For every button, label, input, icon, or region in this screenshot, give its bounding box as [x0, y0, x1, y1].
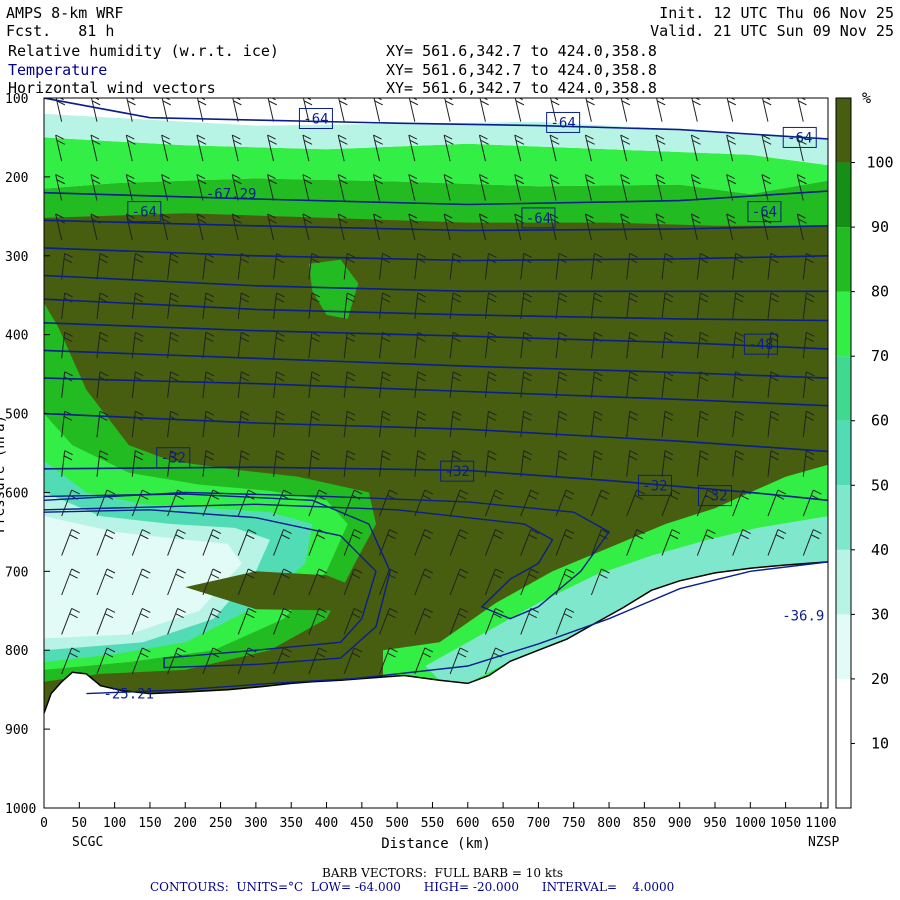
contour-label: -25.21 — [103, 687, 154, 703]
y-tick-label: 700 — [5, 565, 28, 580]
colorbar: 10 20 30 40 50 60 70 80 90 100 — [835, 97, 894, 809]
x-tick-label: 650 — [491, 816, 514, 831]
y-axis-label: Pressure (hPa) — [0, 415, 8, 533]
x-tick-label: 400 — [315, 816, 338, 831]
colorbar-tick-label: 40 — [871, 541, 889, 559]
contour-label: -64 — [550, 115, 575, 131]
y-tick-label: 600 — [5, 486, 28, 501]
contour-label: -64 — [752, 205, 777, 221]
colorbar-tick-label: 10 — [871, 734, 889, 752]
colorbar-swatch — [836, 614, 851, 679]
y-tick-label: 300 — [5, 250, 28, 265]
x-tick-label: 100 — [103, 816, 126, 831]
y-tick-label: 900 — [5, 723, 28, 738]
y-tick-label: 400 — [5, 329, 28, 344]
colorbar-swatch — [836, 162, 851, 228]
barb-legend: BARB VECTORS: FULL BARB = 10 kts — [322, 866, 564, 880]
x-tick-label: 600 — [456, 816, 479, 831]
colorbar-tick-label: 80 — [871, 283, 889, 301]
contour-legend: CONTOURS: UNITS=°C LOW= -64.000 HIGH= -2… — [150, 880, 675, 894]
colorbar-tick-label: 70 — [871, 347, 889, 365]
y-tick-label: 500 — [5, 408, 28, 423]
x-tick-label: 1000 — [735, 816, 766, 831]
x-tick-label: 250 — [209, 816, 232, 831]
contour-label: -67.29 — [206, 186, 257, 202]
y-axis: 100 200 300 400 500 600 700 800 900 1000 — [5, 92, 50, 817]
colorbar-swatch — [836, 98, 851, 163]
colorbar-tick-label: 100 — [866, 154, 893, 172]
left-station-label: SCGC — [72, 835, 103, 850]
x-tick-label: 1100 — [805, 816, 836, 831]
x-tick-label: 350 — [279, 816, 302, 831]
x-tick-label: 500 — [385, 816, 408, 831]
contour-label: -64 — [787, 130, 812, 146]
x-tick-label: 300 — [244, 816, 267, 831]
contour-label: -32 — [161, 451, 186, 467]
y-tick-label: 1000 — [5, 802, 36, 817]
contour-label: -48 — [748, 337, 773, 353]
x-tick-label: 900 — [668, 816, 691, 831]
colorbar-swatch — [836, 227, 851, 292]
x-tick-label: 950 — [703, 816, 726, 831]
contour-label: -64 — [132, 205, 157, 221]
cross-section-chart: -64 -64 -64 -64 -64 -64 -67.29 -48 -32 -32 -32 -32 -… — [0, 89, 894, 852]
x-tick-label: 0 — [40, 816, 48, 831]
x-tick-label: 450 — [350, 816, 373, 831]
x-tick-label: 200 — [174, 816, 197, 831]
colorbar-tick-label: 20 — [871, 670, 889, 688]
x-tick-label: 50 — [71, 816, 87, 831]
contour-label: -32 — [642, 478, 667, 494]
contour-label: -36.9 — [782, 609, 824, 625]
colorbar-swatch — [836, 678, 851, 744]
y-tick-label: 800 — [5, 644, 28, 659]
contour-label: -32 — [702, 489, 727, 505]
contour-label: -64 — [526, 211, 551, 227]
right-station-label: NZSP — [808, 835, 839, 850]
x-tick-label: 850 — [633, 816, 656, 831]
x-tick-label: 750 — [562, 816, 585, 831]
colorbar-swatch — [836, 291, 851, 357]
colorbar-tick-label: 30 — [871, 605, 889, 623]
colorbar-swatch — [836, 420, 851, 486]
colorbar-swatch — [836, 743, 851, 808]
colorbar-swatch — [836, 485, 851, 550]
colorbar-tick-label: 90 — [871, 218, 889, 236]
y-tick-label: 100 — [5, 92, 28, 107]
colorbar-tick-label: 60 — [871, 412, 889, 430]
colorbar-swatch — [836, 549, 851, 615]
x-tick-label: 1050 — [770, 816, 801, 831]
x-tick-label: 150 — [138, 816, 161, 831]
x-axis-label: Distance (km) — [381, 836, 491, 852]
x-tick-label: 800 — [597, 816, 620, 831]
colorbar-swatch — [836, 356, 851, 421]
contour-label: -32 — [445, 464, 470, 480]
contour-label: -64 — [303, 112, 328, 128]
y-tick-label: 200 — [5, 171, 28, 186]
x-tick-label: 550 — [421, 816, 444, 831]
x-tick-label: 700 — [527, 816, 550, 831]
colorbar-unit: % — [862, 89, 871, 107]
colorbar-tick-label: 50 — [871, 476, 889, 494]
